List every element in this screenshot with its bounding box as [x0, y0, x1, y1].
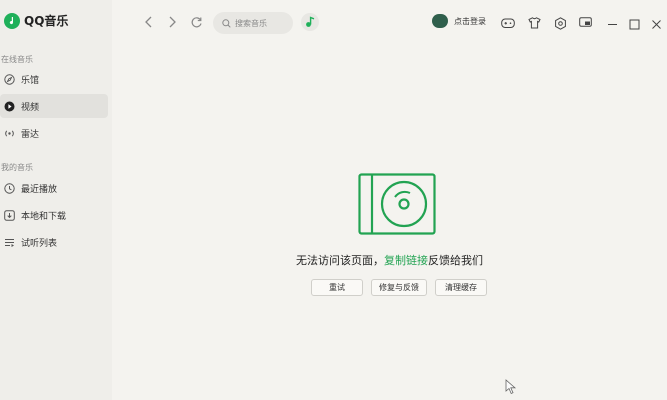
minimize-button[interactable]	[605, 17, 619, 31]
gear-icon	[554, 16, 566, 30]
play-icon	[3, 100, 15, 112]
music-note-icon	[306, 16, 315, 27]
sidebar-item-label: 试听列表	[21, 238, 58, 249]
login-area[interactable]: 点击登录	[432, 14, 486, 28]
search-placeholder: 搜索音乐	[235, 18, 267, 28]
music-recognition-button[interactable]	[301, 13, 319, 31]
compass-icon	[3, 73, 15, 85]
login-label: 点击登录	[454, 16, 486, 26]
sidebar-item-label: 乐馆	[21, 75, 40, 86]
clear-cache-button[interactable]: 清理缓存	[435, 279, 487, 296]
refresh-button[interactable]	[186, 12, 206, 32]
sidebar: QQ音乐 在线音乐 乐馆 视频 雷达 我的音乐 最近播放 本地和下载 试听列表	[0, 0, 112, 400]
copy-link[interactable]: 复制链接	[384, 254, 428, 267]
refresh-icon	[191, 16, 202, 27]
back-button[interactable]	[139, 12, 159, 32]
app-logo[interactable]: QQ音乐	[4, 12, 68, 29]
sidebar-item-music-hall[interactable]: 乐馆	[0, 67, 108, 91]
list-icon	[3, 236, 15, 248]
mini-player-icon	[578, 17, 592, 27]
forward-button[interactable]	[162, 12, 182, 32]
sidebar-item-recent[interactable]: 最近播放	[0, 176, 108, 200]
settings-button[interactable]	[553, 16, 567, 30]
sidebar-item-local-download[interactable]: 本地和下载	[0, 203, 108, 227]
sidebar-item-radar[interactable]: 雷达	[0, 121, 108, 145]
minimize-icon	[607, 23, 617, 25]
tshirt-icon	[527, 17, 541, 29]
sidebar-item-label: 雷达	[21, 129, 40, 140]
error-message: 无法访问该页面，复制链接反馈给我们	[296, 252, 483, 268]
error-message-tail: 反馈给我们	[428, 254, 483, 267]
close-button[interactable]	[649, 17, 663, 31]
skin-button[interactable]	[527, 16, 541, 30]
mini-mode-button[interactable]	[578, 16, 592, 30]
maximize-button[interactable]	[627, 17, 641, 31]
chevron-left-icon	[145, 16, 152, 28]
gamepad-icon	[501, 18, 515, 28]
avatar	[432, 14, 448, 28]
download-icon	[3, 209, 15, 221]
section-label-online: 在线音乐	[1, 55, 33, 64]
sidebar-item-trial-list[interactable]: 试听列表	[0, 230, 108, 254]
search-input[interactable]: 搜索音乐	[213, 12, 293, 34]
repair-feedback-button[interactable]: 修复与反馈	[371, 279, 427, 296]
search-icon	[222, 18, 231, 28]
sidebar-item-video[interactable]: 视频	[0, 94, 108, 118]
broken-disc-icon	[358, 173, 436, 235]
sidebar-item-label: 视频	[21, 102, 40, 113]
sidebar-item-label: 本地和下载	[21, 211, 67, 222]
qq-music-logo-icon	[4, 12, 20, 29]
maximize-icon	[629, 19, 639, 29]
error-message-text: 无法访问该页面，	[296, 254, 384, 267]
sidebar-item-label: 最近播放	[21, 184, 58, 195]
retry-button[interactable]: 重试	[311, 279, 363, 296]
game-button[interactable]	[501, 16, 515, 30]
close-icon	[651, 19, 661, 29]
clock-icon	[3, 182, 15, 194]
chevron-right-icon	[169, 16, 176, 28]
app-name: QQ音乐	[24, 14, 69, 28]
section-label-mine: 我的音乐	[1, 163, 33, 172]
mouse-cursor-icon	[505, 379, 517, 395]
radar-icon	[3, 127, 15, 139]
